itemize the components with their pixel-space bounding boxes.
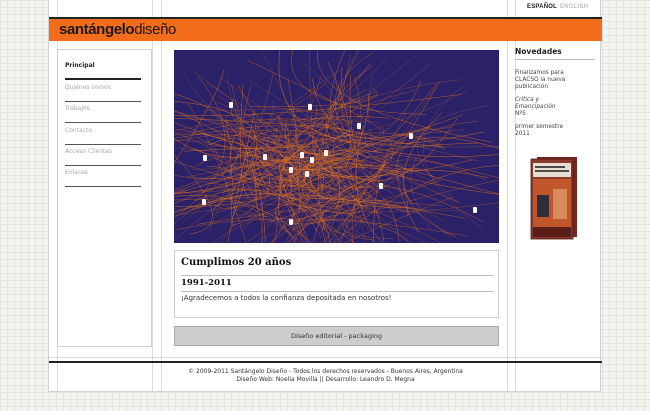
news-subtitle: 1991-2011 xyxy=(181,275,494,292)
news-sidebar: Novedades Finalizamos para CLACSO la nue… xyxy=(515,47,595,138)
footer-credits: Diseño Web: Noelia Movilla || Desarrollo… xyxy=(236,376,415,383)
hero-artwork xyxy=(174,50,499,243)
language-spanish-link[interactable]: ESPAÑOL xyxy=(527,4,557,10)
footer-copyright: © 2009-2011 Santángelo Diseño - Todos lo… xyxy=(188,368,463,375)
novedades-text: Finalizamos para CLACSO la nueva publica… xyxy=(515,70,566,137)
language-english-link[interactable]: ENGLISH xyxy=(560,4,588,10)
nav-item-quienes-somos[interactable]: Quiénes somos xyxy=(65,81,141,102)
news-text: ¡Agradecemos a todos la confianza deposi… xyxy=(181,294,392,302)
grid-line xyxy=(49,357,600,358)
book-cover-image[interactable] xyxy=(529,155,581,240)
category-button[interactable]: Diseño editorial - packaging xyxy=(174,326,499,346)
page-container: ESPAÑOL ENGLISH santángelodiseño Princip… xyxy=(48,0,602,392)
nav-item-trabajos[interactable]: Trabajos xyxy=(65,102,141,123)
nav-item-principal[interactable]: Principal xyxy=(65,59,141,80)
nav-item-acceso-clientes[interactable]: Acceso Clientes xyxy=(65,145,141,166)
footer: © 2009-2011 Santángelo Diseño - Todos lo… xyxy=(49,368,602,384)
header-bar: santángelodiseño xyxy=(49,17,602,41)
grid-line xyxy=(507,0,508,391)
sidebar-nav: Principal Quiénes somos Trabajos Contact… xyxy=(57,49,152,347)
nav-item-enlaces[interactable]: Enlaces xyxy=(65,166,141,187)
site-logo[interactable]: santángelodiseño xyxy=(59,20,176,40)
footer-rule xyxy=(49,361,602,363)
news-box: Cumplimos 20 años 1991-2011 ¡Agradecemos… xyxy=(174,250,499,318)
hero-image xyxy=(174,50,499,243)
grid-line xyxy=(152,0,153,391)
novedades-title: Novedades xyxy=(515,47,595,60)
grid-line xyxy=(161,0,162,391)
news-title: Cumplimos 20 años xyxy=(181,257,292,268)
nav-item-contacto[interactable]: Contacto xyxy=(65,124,141,145)
